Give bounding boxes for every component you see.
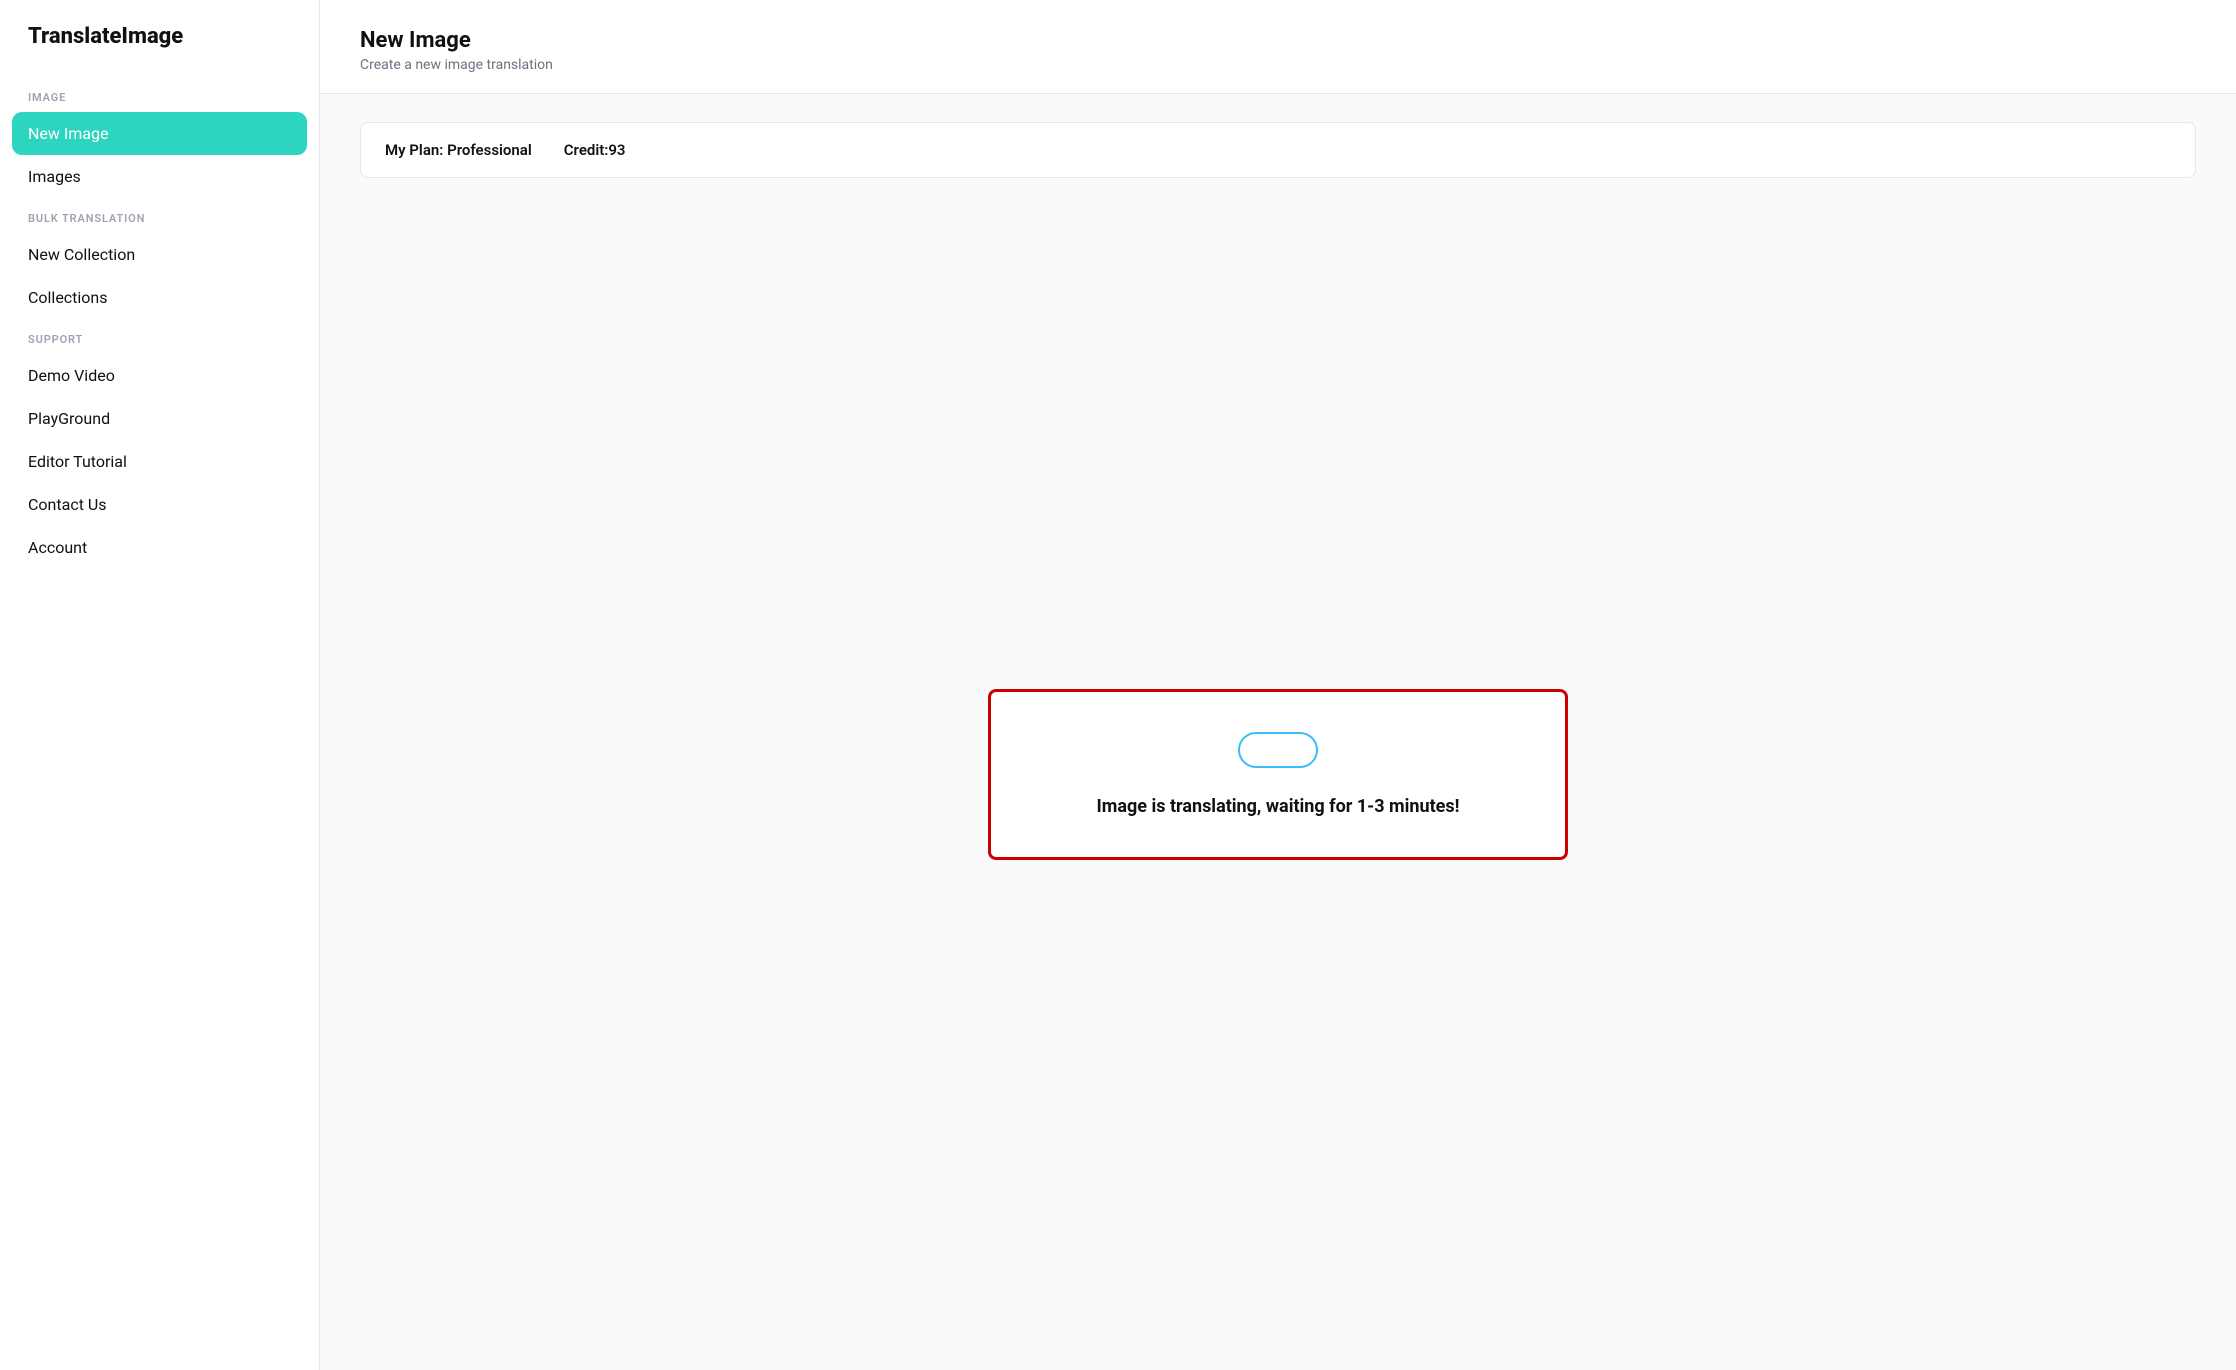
sidebar-item-images[interactable]: Images xyxy=(0,155,319,198)
sidebar-section-image: IMAGE xyxy=(0,77,319,112)
sidebar-item-demo-video[interactable]: Demo Video xyxy=(0,354,319,397)
sidebar-item-new-image[interactable]: New Image xyxy=(12,112,307,155)
translation-status-box: Image is translating, waiting for 1-3 mi… xyxy=(988,689,1568,860)
sidebar-section-bulk: BULK TRANSLATION xyxy=(0,198,319,233)
sidebar-item-account[interactable]: Account xyxy=(0,526,319,569)
sidebar-item-playground[interactable]: PlayGround xyxy=(0,397,319,440)
credit-label: Credit:93 xyxy=(564,141,626,159)
main-body: Image is translating, waiting for 1-3 mi… xyxy=(320,178,2236,1370)
plan-bar: My Plan: Professional Credit:93 xyxy=(360,122,2196,178)
sidebar-section-support: SUPPORT xyxy=(0,319,319,354)
sidebar-item-new-collection[interactable]: New Collection xyxy=(0,233,319,276)
loading-spinner xyxy=(1238,732,1318,768)
page-subtitle: Create a new image translation xyxy=(360,57,2196,73)
plan-label: My Plan: Professional xyxy=(385,141,532,159)
sidebar-item-contact-us[interactable]: Contact Us xyxy=(0,483,319,526)
app-logo: TranslateImage xyxy=(0,24,319,77)
main-content: New Image Create a new image translation… xyxy=(320,0,2236,1370)
page-header: New Image Create a new image translation xyxy=(320,0,2236,94)
sidebar-item-editor-tutorial[interactable]: Editor Tutorial xyxy=(0,440,319,483)
sidebar: TranslateImage IMAGE New Image Images BU… xyxy=(0,0,320,1370)
page-title: New Image xyxy=(360,28,2196,53)
translation-message: Image is translating, waiting for 1-3 mi… xyxy=(1097,796,1460,817)
sidebar-item-collections[interactable]: Collections xyxy=(0,276,319,319)
